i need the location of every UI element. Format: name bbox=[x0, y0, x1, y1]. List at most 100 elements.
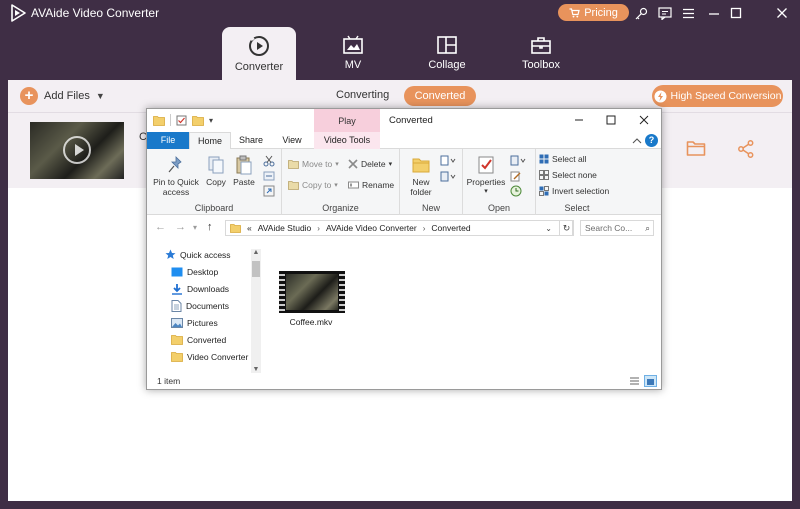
move-to-button[interactable]: Move to ▾ bbox=[288, 159, 339, 169]
close-icon[interactable] bbox=[774, 5, 790, 21]
delete-button[interactable]: Delete ▾ bbox=[348, 159, 392, 169]
star-icon bbox=[165, 249, 176, 259]
video-thumbnail[interactable] bbox=[30, 122, 124, 179]
address-folder-icon bbox=[230, 224, 241, 233]
nav-quick-access[interactable]: Quick access bbox=[165, 246, 255, 263]
breadcrumb-avaide-video-converter[interactable]: AVAide Video Converter bbox=[326, 223, 417, 233]
scroll-up-icon[interactable]: ▲ bbox=[251, 249, 261, 256]
pin-to-quick-access-button[interactable]: Pin to Quick access bbox=[151, 155, 201, 197]
address-dropdown-icon[interactable]: ⌄ bbox=[545, 224, 552, 233]
tab-converted[interactable]: Converted bbox=[404, 86, 476, 106]
high-speed-conversion-button[interactable]: High Speed Conversion bbox=[652, 85, 783, 107]
explorer-maximize-icon[interactable] bbox=[604, 113, 618, 127]
tab-mv[interactable]: MV bbox=[316, 27, 390, 80]
tab-home[interactable]: Home bbox=[189, 132, 231, 150]
back-arrow-icon[interactable]: ← bbox=[155, 221, 166, 233]
tab-file[interactable]: File bbox=[147, 132, 189, 149]
cut-icon[interactable] bbox=[263, 155, 275, 167]
collapse-ribbon-icon[interactable] bbox=[632, 137, 642, 145]
paste-shortcut-icon[interactable] bbox=[263, 185, 275, 197]
address-overflow[interactable]: « bbox=[247, 223, 252, 233]
nav-desktop[interactable]: Desktop 📌 bbox=[171, 263, 261, 280]
file-item[interactable]: Coffee.mkv bbox=[279, 271, 345, 327]
select-all-button[interactable]: Select all bbox=[539, 154, 587, 164]
tab-share[interactable]: Share bbox=[233, 132, 269, 149]
search-input[interactable]: Search Co... ⌕ bbox=[580, 220, 654, 236]
properties-check-icon[interactable] bbox=[176, 115, 187, 126]
tab-video-tools[interactable]: Video Tools bbox=[314, 132, 380, 149]
tab-toolbox[interactable]: Toolbox bbox=[504, 27, 578, 80]
share-icon[interactable] bbox=[738, 140, 754, 158]
nav-converted[interactable]: Converted 📌 bbox=[171, 331, 261, 348]
customize-qat-icon[interactable]: ▾ bbox=[209, 116, 213, 125]
new-folder-button[interactable]: New folder bbox=[404, 155, 438, 197]
nav-pictures[interactable]: Pictures 📌 bbox=[171, 314, 261, 331]
tab-view[interactable]: View bbox=[273, 132, 311, 149]
nav-desktop-label: Desktop bbox=[187, 266, 219, 277]
tab-converting[interactable]: Converting bbox=[336, 89, 389, 101]
mv-icon bbox=[343, 35, 363, 54]
chevron-right-icon[interactable]: › bbox=[423, 224, 426, 233]
history-icon[interactable] bbox=[510, 185, 522, 197]
maximize-icon[interactable] bbox=[728, 5, 744, 21]
desktop-icon bbox=[171, 267, 183, 276]
paste-button[interactable]: Paste bbox=[231, 155, 257, 187]
invert-selection-icon bbox=[539, 186, 549, 196]
chevron-right-icon[interactable]: › bbox=[317, 224, 320, 233]
key-icon[interactable] bbox=[633, 5, 649, 21]
open-folder-icon[interactable] bbox=[686, 139, 706, 157]
high-speed-label: High Speed Conversion bbox=[670, 90, 782, 102]
nav-downloads-label: Downloads bbox=[187, 283, 230, 294]
refresh-icon[interactable]: ↻ bbox=[559, 220, 574, 236]
breadcrumb-converted[interactable]: Converted bbox=[431, 223, 470, 233]
forward-arrow-icon[interactable]: → bbox=[175, 221, 186, 233]
pricing-button[interactable]: Pricing bbox=[558, 4, 629, 21]
rename-label: Rename bbox=[362, 180, 395, 190]
new-folder-small-icon[interactable] bbox=[192, 115, 204, 126]
nav-pictures-label: Pictures bbox=[187, 317, 218, 328]
invert-selection-button[interactable]: Invert selection bbox=[539, 186, 609, 196]
scrollbar-thumb[interactable] bbox=[252, 261, 260, 277]
copy-path-icon[interactable] bbox=[263, 171, 275, 181]
nav-documents[interactable]: Documents 📌 bbox=[171, 297, 261, 314]
copy-button[interactable]: Copy bbox=[203, 155, 229, 187]
new-item-icon[interactable] bbox=[440, 155, 456, 166]
nav-downloads[interactable]: Downloads 📌 bbox=[171, 280, 261, 297]
explorer-minimize-icon[interactable] bbox=[572, 113, 586, 127]
tab-converter[interactable]: Converter bbox=[222, 27, 296, 80]
help-icon[interactable]: ? bbox=[645, 134, 658, 147]
properties-button[interactable]: Properties ▾ bbox=[465, 155, 507, 197]
navigation-pane: Quick access Desktop 📌 Downloads 📌 Docum… bbox=[147, 241, 261, 373]
nav-pane-scrollbar[interactable]: ▲ ▼ bbox=[251, 249, 261, 373]
ribbon-group-organize: Move to ▾ Copy to ▾ Delete ▾ Rename Organiz… bbox=[282, 149, 400, 215]
nav-video-converter[interactable]: Video Converter bbox=[171, 348, 261, 365]
up-arrow-icon[interactable]: ↑ bbox=[207, 221, 213, 233]
breadcrumb-avaide-studio[interactable]: AVAide Studio bbox=[258, 223, 312, 233]
feedback-icon[interactable] bbox=[657, 5, 673, 21]
easy-access-icon[interactable] bbox=[440, 171, 456, 182]
play-icon[interactable] bbox=[63, 136, 91, 164]
select-none-icon bbox=[539, 170, 549, 180]
copy-to-button[interactable]: Copy to ▾ bbox=[288, 180, 338, 190]
open-icon[interactable] bbox=[510, 155, 526, 166]
tab-collage[interactable]: Collage bbox=[410, 27, 484, 80]
rename-button[interactable]: Rename bbox=[348, 180, 394, 190]
menu-icon[interactable] bbox=[680, 5, 696, 21]
download-icon bbox=[172, 283, 182, 295]
copy-icon bbox=[208, 156, 224, 174]
app-titlebar: AVAide Video Converter Pricing bbox=[0, 0, 800, 26]
large-icons-view-icon[interactable] bbox=[644, 375, 657, 387]
details-view-icon[interactable] bbox=[628, 375, 641, 387]
app-logo-icon bbox=[11, 4, 26, 22]
caret-down-icon[interactable]: ▼ bbox=[96, 91, 105, 101]
minimize-icon[interactable] bbox=[706, 5, 722, 21]
scroll-down-icon[interactable]: ▼ bbox=[251, 366, 261, 373]
select-none-button[interactable]: Select none bbox=[539, 170, 597, 180]
explorer-close-icon[interactable] bbox=[637, 113, 651, 127]
recent-locations-icon[interactable]: ▾ bbox=[193, 223, 197, 232]
address-bar[interactable]: « AVAide Studio › AVAide Video Converter… bbox=[225, 220, 573, 236]
item-count: 1 item bbox=[157, 376, 181, 386]
edit-icon[interactable] bbox=[510, 171, 522, 182]
add-files-button[interactable]: + Add Files ▼ bbox=[20, 87, 105, 105]
tab-toolbox-label: Toolbox bbox=[522, 59, 560, 71]
